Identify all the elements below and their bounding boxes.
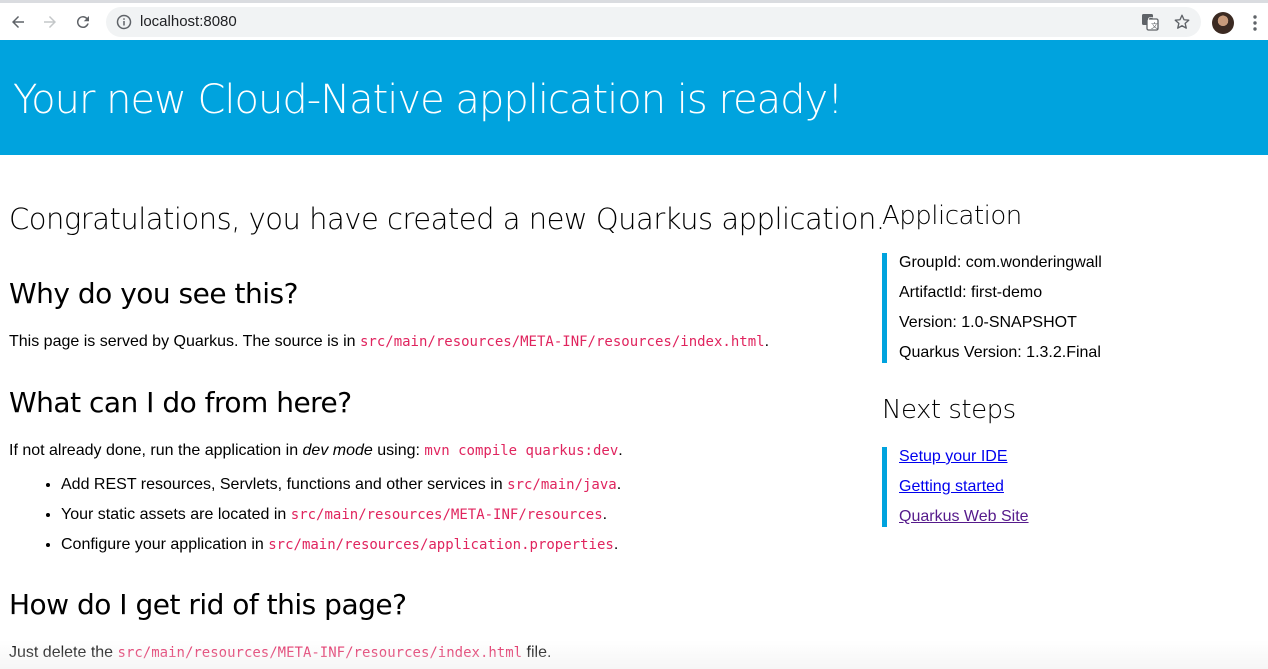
forward-button[interactable]: [38, 10, 62, 34]
congrats-heading: Congratulations, you have created a new …: [9, 202, 885, 236]
header-banner: Your new Cloud-Native application is rea…: [0, 40, 1268, 155]
index-path-code: src/main/resources/META-INF/resources/in…: [359, 334, 765, 350]
back-button[interactable]: [6, 10, 30, 34]
application-info-list: GroupId: com.wonderingwall ArtifactId: f…: [882, 253, 1102, 363]
artifact-id: ArtifactId: first-demo: [899, 284, 1043, 301]
bookmark-star-icon[interactable]: [1173, 13, 1191, 31]
next-steps-heading: Next steps: [882, 395, 1016, 425]
getting-started-link[interactable]: Getting started: [899, 478, 1004, 495]
list-item-text: Your static assets are located in: [61, 506, 291, 523]
quarkus-version: Quarkus Version: 1.3.2.Final: [899, 344, 1101, 361]
what-list: Add REST resources, Servlets, functions …: [9, 473, 621, 563]
list-item-text: Add REST resources, Servlets, functions …: [61, 476, 508, 493]
version: Version: 1.0-SNAPSHOT: [899, 314, 1077, 331]
application-heading: Application: [882, 201, 1022, 231]
list-item-code: src/main/resources/application.propertie…: [268, 537, 614, 553]
arrow-right-icon: [44, 16, 56, 28]
translate-icon[interactable]: G 文: [1141, 13, 1159, 31]
why-text: This page is served by Quarkus. The sour…: [9, 333, 360, 350]
list-item-code: src/main/resources/META-INF/resources: [290, 507, 603, 523]
dev-mode-text: dev mode: [302, 442, 373, 459]
index-path-code: src/main/resources/META-INF/resources/in…: [117, 645, 523, 661]
list-item-code: src/main/java: [507, 477, 617, 493]
setup-ide-link[interactable]: Setup your IDE: [899, 448, 1008, 465]
rid-text: Just delete the: [9, 644, 118, 661]
address-bar[interactable]: localhost:8080 G 文: [106, 7, 1201, 37]
rid-paragraph: Just delete the src/main/resources/META-…: [9, 643, 551, 663]
what-heading: What can I do from here?: [9, 386, 352, 419]
list-item: Your static assets are located in src/ma…: [61, 503, 621, 533]
next-steps-list: Setup your IDE Getting started Quarkus W…: [882, 447, 1029, 527]
url-text[interactable]: localhost:8080: [140, 13, 237, 31]
why-heading: Why do you see this?: [9, 277, 298, 310]
list-item-end: .: [602, 506, 608, 523]
quarkus-web-site-link[interactable]: Quarkus Web Site: [899, 508, 1029, 525]
profile-avatar[interactable]: [1212, 12, 1234, 34]
list-item-end: .: [616, 476, 622, 493]
browser-toolbar: localhost:8080 G 文: [0, 0, 1268, 40]
rid-heading: How do I get rid of this page?: [9, 588, 407, 621]
what-paragraph: If not already done, run the application…: [9, 441, 623, 461]
why-paragraph: This page is served by Quarkus. The sour…: [9, 332, 769, 352]
list-item-text: Configure your application in: [61, 536, 269, 553]
what-text: If not already done, run the application…: [9, 442, 303, 459]
list-item-end: .: [613, 536, 619, 553]
what-text-mid: using:: [372, 442, 425, 459]
mvn-command-code: mvn compile quarkus:dev: [424, 443, 619, 459]
reload-icon: [76, 16, 89, 29]
list-item: Configure your application in src/main/r…: [61, 533, 621, 563]
list-item: Add REST resources, Servlets, functions …: [61, 473, 621, 503]
group-id: GroupId: com.wonderingwall: [899, 254, 1102, 271]
rid-text-end: file.: [522, 644, 552, 661]
more-vertical-icon[interactable]: [1246, 13, 1264, 33]
svg-text:文: 文: [1151, 21, 1158, 30]
info-icon[interactable]: [116, 14, 132, 30]
why-text-end: .: [764, 333, 770, 350]
page-title: Your new Cloud-Native application is rea…: [13, 77, 843, 123]
reload-button[interactable]: [71, 10, 95, 34]
arrow-left-icon: [12, 16, 24, 28]
what-text-end: .: [618, 442, 623, 459]
